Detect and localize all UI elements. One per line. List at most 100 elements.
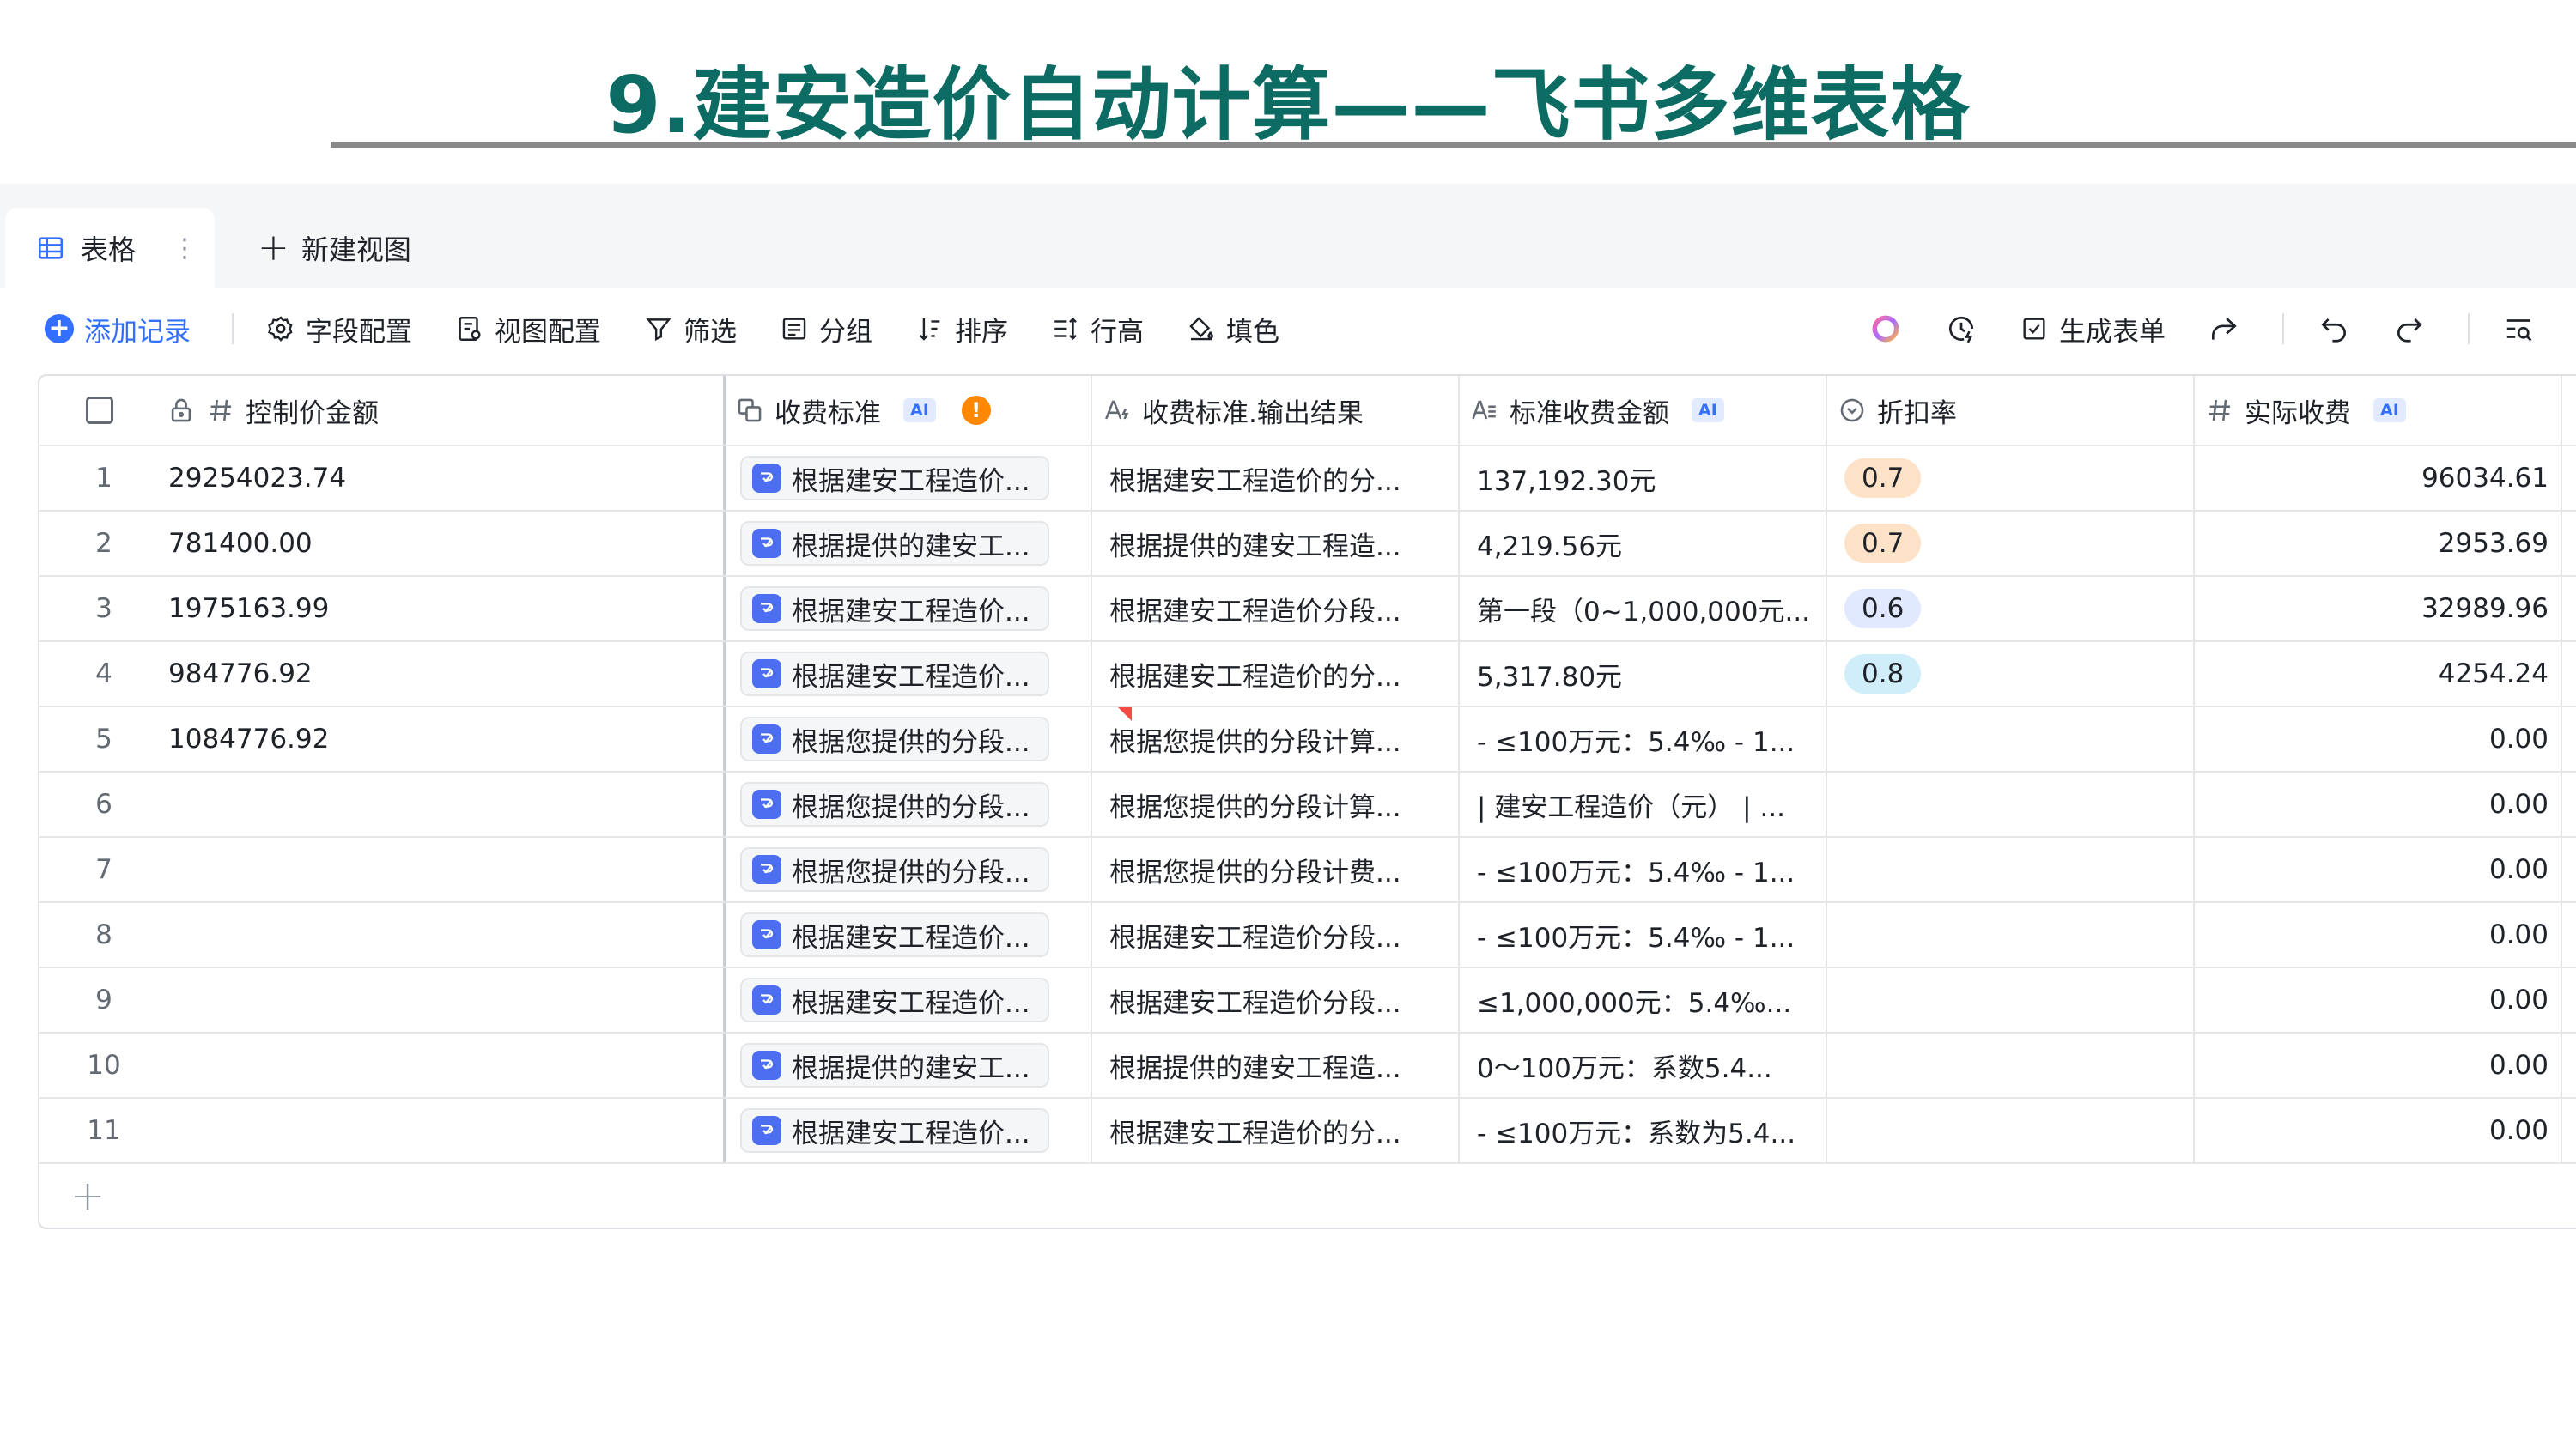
ai-result-chip[interactable]: 根据提供的建安工... — [740, 521, 1049, 566]
discount-cell[interactable] — [1844, 773, 2188, 836]
standard-cell[interactable]: 根据提供的建安工... — [740, 1034, 1084, 1097]
ai-result-chip[interactable]: 根据提供的建安工... — [740, 1043, 1049, 1088]
view-config-button[interactable]: 视图配置 — [455, 310, 601, 349]
ai-result-chip[interactable]: 根据您提供的分段... — [740, 717, 1049, 761]
amount-cell[interactable]: 1975163.99 — [168, 577, 718, 640]
discount-cell[interactable] — [1844, 838, 2188, 901]
add-record-button[interactable]: + 添加记录 — [45, 288, 191, 369]
row-height-button[interactable]: 行高 — [1051, 310, 1144, 349]
select-all-checkbox[interactable] — [86, 397, 113, 424]
amount-cell[interactable] — [168, 1034, 718, 1097]
standard-cell[interactable]: 根据您提供的分段... — [740, 773, 1084, 836]
actual-cell[interactable]: 32989.96 — [2205, 577, 2549, 640]
output-cell[interactable]: 根据提供的建安工程造... — [1109, 1034, 1453, 1097]
amount-cell[interactable]: 781400.00 — [168, 512, 718, 575]
fee-cell[interactable]: - ≤100万元：系数为5.4... — [1477, 1099, 1820, 1162]
actual-cell[interactable]: 0.00 — [2205, 1034, 2549, 1097]
table-row[interactable]: 6 根据您提供的分段... 根据您提供的分段计算... | 建安工程造价（元） | .… — [39, 773, 2576, 838]
discount-cell[interactable] — [1844, 707, 2188, 771]
more-vertical-icon[interactable]: ⋮ — [172, 233, 197, 264]
actual-cell[interactable]: 4254.24 — [2205, 642, 2549, 706]
fee-cell[interactable]: - ≤100万元：5.4‰ - 1... — [1477, 707, 1820, 771]
ai-result-chip[interactable]: 根据建安工程造价... — [740, 586, 1049, 631]
table-row[interactable]: 9 根据建安工程造价... 根据建安工程造价分段... ≤1,000,000元：5.4… — [39, 968, 2576, 1034]
amount-cell[interactable] — [168, 968, 718, 1032]
table-row[interactable]: 4 984776.92 根据建安工程造价... 根据建安工程造价的分... 5,317.… — [39, 642, 2576, 707]
filter-button[interactable]: 筛选 — [644, 310, 737, 349]
table-row[interactable]: 1 29254023.74 根据建安工程造价... 根据建安工程造价的分... 137,… — [39, 446, 2576, 512]
amount-cell[interactable] — [168, 838, 718, 901]
column-header-amount[interactable]: 控制价金额 — [167, 376, 759, 445]
output-cell[interactable]: 根据建安工程造价分段... — [1109, 577, 1453, 640]
column-header-standard[interactable]: 收费标准 AI ! — [735, 376, 1087, 445]
actual-cell[interactable]: 0.00 — [2205, 1099, 2549, 1162]
new-view-button[interactable]: + 新建视图 — [258, 208, 411, 288]
ai-result-chip[interactable]: 根据建安工程造价... — [740, 456, 1049, 500]
discount-cell[interactable] — [1844, 968, 2188, 1032]
undo-button[interactable] — [2317, 312, 2351, 346]
output-cell[interactable]: 根据您提供的分段计费... — [1109, 838, 1453, 901]
automation-button[interactable] — [1944, 312, 1978, 346]
fee-cell[interactable]: | 建安工程造价（元） | ... — [1477, 773, 1820, 836]
output-cell[interactable]: 根据建安工程造价的分... — [1109, 1099, 1453, 1162]
actual-cell[interactable]: 0.00 — [2205, 838, 2549, 901]
fill-color-button[interactable]: 填色 — [1187, 310, 1279, 349]
actual-cell[interactable]: 96034.61 — [2205, 446, 2549, 510]
amount-cell[interactable] — [168, 903, 718, 967]
table-row[interactable]: 8 根据建安工程造价... 根据建安工程造价分段... - ≤100万元：5.4‰ -… — [39, 903, 2576, 968]
add-row-button[interactable]: + — [39, 1164, 2576, 1228]
search-button[interactable] — [2502, 312, 2537, 346]
fee-cell[interactable]: ≤1,000,000元：5.4‰... — [1477, 968, 1820, 1032]
actual-cell[interactable]: 0.00 — [2205, 773, 2549, 836]
standard-cell[interactable]: 根据提供的建安工... — [740, 512, 1084, 575]
amount-cell[interactable] — [168, 1099, 718, 1162]
ai-result-chip[interactable]: 根据您提供的分段... — [740, 782, 1049, 827]
group-button[interactable]: 分组 — [780, 310, 872, 349]
field-config-button[interactable]: 字段配置 — [266, 310, 412, 349]
table-row[interactable]: 3 1975163.99 根据建安工程造价... 根据建安工程造价分段... 第一段（0… — [39, 577, 2576, 642]
output-cell[interactable]: 根据您提供的分段计算... — [1109, 707, 1453, 771]
table-row[interactable]: 11 根据建安工程造价... 根据建安工程造价的分... - ≤100万元：系数为5.… — [39, 1099, 2576, 1164]
output-cell[interactable]: 根据建安工程造价分段... — [1109, 968, 1453, 1032]
ai-result-chip[interactable]: 根据您提供的分段... — [740, 847, 1049, 892]
discount-cell[interactable] — [1844, 903, 2188, 967]
share-button[interactable] — [2207, 312, 2241, 346]
fee-cell[interactable]: - ≤100万元：5.4‰ - 1... — [1477, 903, 1820, 967]
redo-button[interactable] — [2392, 312, 2427, 346]
table-row[interactable]: 7 根据您提供的分段... 根据您提供的分段计费... - ≤100万元：5.4‰ -… — [39, 838, 2576, 903]
actual-cell[interactable]: 0.00 — [2205, 903, 2549, 967]
standard-cell[interactable]: 根据建安工程造价... — [740, 903, 1084, 967]
output-cell[interactable]: 根据您提供的分段计算... — [1109, 773, 1453, 836]
discount-cell[interactable]: 0.8 — [1844, 642, 2188, 706]
discount-cell[interactable]: 0.7 — [1844, 446, 2188, 510]
output-cell[interactable]: 根据提供的建安工程造... — [1109, 512, 1453, 575]
column-header-discount[interactable]: 折扣率 — [1838, 376, 2198, 445]
column-header-actual[interactable]: 实际收费 AI — [2205, 376, 2566, 445]
standard-cell[interactable]: 根据建安工程造价... — [740, 577, 1084, 640]
fee-cell[interactable]: 5,317.80元 — [1477, 642, 1820, 706]
discount-cell[interactable] — [1844, 1099, 2188, 1162]
ai-result-chip[interactable]: 根据建安工程造价... — [740, 912, 1049, 957]
output-cell[interactable]: 根据建安工程造价分段... — [1109, 903, 1453, 967]
column-header-output[interactable]: 收费标准.输出结果 — [1103, 376, 1463, 445]
table-row[interactable]: 10 根据提供的建安工... 根据提供的建安工程造... 0～100万元：系数5.4.… — [39, 1034, 2576, 1099]
table-row[interactable]: 5 1084776.92 根据您提供的分段... 根据您提供的分段计算... - ≤10… — [39, 707, 2576, 773]
fee-cell[interactable]: 0～100万元：系数5.4... — [1477, 1034, 1820, 1097]
discount-cell[interactable]: 0.6 — [1844, 577, 2188, 640]
actual-cell[interactable]: 2953.69 — [2205, 512, 2549, 575]
discount-cell[interactable] — [1844, 1034, 2188, 1097]
fee-cell[interactable]: - ≤100万元：5.4‰ - 1... — [1477, 838, 1820, 901]
tab-grid-view[interactable]: 表格 ⋮ — [5, 208, 215, 288]
fee-cell[interactable]: 第一段（0~1,000,000元... — [1477, 577, 1820, 640]
fee-cell[interactable]: 4,219.56元 — [1477, 512, 1820, 575]
discount-cell[interactable]: 0.7 — [1844, 512, 2188, 575]
output-cell[interactable]: 根据建安工程造价的分... — [1109, 642, 1453, 706]
sort-button[interactable]: 排序 — [915, 310, 1008, 349]
column-header-fee[interactable]: 标准收费金额 AI — [1470, 376, 1831, 445]
standard-cell[interactable]: 根据建安工程造价... — [740, 968, 1084, 1032]
table-row[interactable]: 2 781400.00 根据提供的建安工... 根据提供的建安工程造... 4,219.… — [39, 512, 2576, 577]
actual-cell[interactable]: 0.00 — [2205, 968, 2549, 1032]
amount-cell[interactable] — [168, 773, 718, 836]
ai-result-chip[interactable]: 根据建安工程造价... — [740, 978, 1049, 1022]
fee-cell[interactable]: 137,192.30元 — [1477, 446, 1820, 510]
